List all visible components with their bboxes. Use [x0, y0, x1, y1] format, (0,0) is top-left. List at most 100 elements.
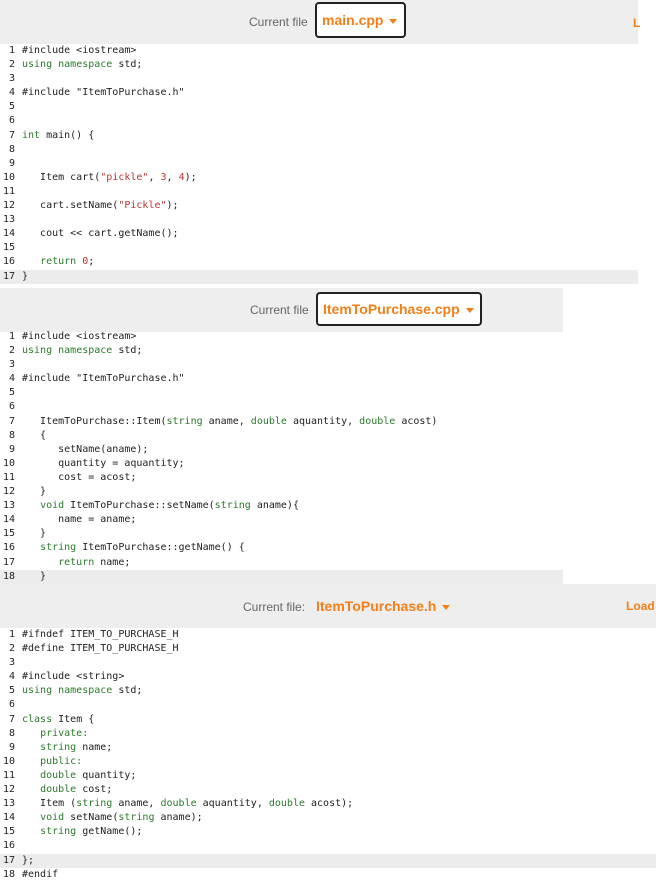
- file-header: Current file main.cpp L: [0, 0, 640, 44]
- code-line[interactable]: 12 double cost;: [0, 783, 656, 797]
- code-line[interactable]: 13 Item (string aname, double aquantity,…: [0, 797, 656, 811]
- code-line[interactable]: 10 public:: [0, 755, 656, 769]
- code-line[interactable]: 9 setName(aname);: [0, 443, 563, 457]
- code-line[interactable]: 8 {: [0, 429, 563, 443]
- code-line[interactable]: 9 string name;: [0, 741, 656, 755]
- line-number: 6: [8, 699, 15, 711]
- code-editor[interactable]: 1 #include <iostream> 2 using namespace std…: [0, 44, 638, 284]
- code-text: #include <iostream>: [22, 45, 137, 56]
- code-line[interactable]: 13: [0, 213, 638, 227]
- code-line[interactable]: 10 quantity = aquantity;: [0, 457, 563, 471]
- code-line[interactable]: 2 using namespace std;: [0, 344, 563, 358]
- line-number: 7: [8, 713, 15, 725]
- code-line[interactable]: 1 #ifndef ITEM_TO_PURCHASE_H: [0, 628, 656, 642]
- file-selector-button[interactable]: ItemToPurchase.h: [316, 593, 451, 619]
- code-line[interactable]: 14 name = aname;: [0, 513, 563, 527]
- code-line[interactable]: 8 private:: [0, 727, 656, 741]
- code-line[interactable]: 6: [0, 400, 563, 414]
- file-selector-button[interactable]: ItemToPurchase.cpp: [316, 292, 482, 326]
- line-number: 9: [8, 741, 15, 753]
- code-line[interactable]: 4 #include "ItemToPurchase.h": [0, 86, 638, 100]
- file-header: Current file ItemToPurchase.cpp: [0, 288, 563, 332]
- code-line[interactable]: 11 cost = acost;: [0, 471, 563, 485]
- code-line[interactable]: 3: [0, 656, 656, 670]
- code-line[interactable]: 13 void ItemToPurchase::setName(string a…: [0, 499, 563, 513]
- line-number: 8: [8, 727, 15, 739]
- code-line[interactable]: 11: [0, 185, 638, 199]
- code-line[interactable]: 7 ItemToPurchase::Item(string aname, dou…: [0, 415, 563, 429]
- line-number: 1: [8, 331, 15, 342]
- code-line[interactable]: 12 cart.setName("Pickle");: [0, 199, 638, 213]
- code-text: double quantity;: [40, 769, 137, 781]
- code-line[interactable]: 15 }: [0, 527, 563, 541]
- line-number: 16: [2, 256, 15, 268]
- code-line[interactable]: 3: [0, 72, 638, 86]
- code-line[interactable]: 18 #endif: [0, 868, 656, 882]
- code-line[interactable]: 14 cout << cart.getName();: [0, 227, 638, 241]
- line-number: 2: [8, 643, 15, 655]
- code-line[interactable]: 5: [0, 100, 638, 114]
- current-file-label: Current file:: [243, 600, 306, 614]
- code-text: int main() {: [22, 129, 95, 141]
- code-text: return name;: [58, 556, 131, 568]
- code-line[interactable]: 5 using namespace std;: [0, 684, 656, 698]
- code-text: #define ITEM_TO_PURCHASE_H: [22, 643, 179, 655]
- code-text: }: [22, 270, 29, 282]
- code-text: using namespace std;: [22, 345, 143, 357]
- code-line[interactable]: 4 #include <string>: [0, 670, 656, 684]
- code-line[interactable]: 16: [0, 839, 656, 853]
- line-number: 6: [8, 401, 15, 413]
- line-number: 12: [2, 200, 15, 212]
- code-line[interactable]: 6: [0, 114, 638, 128]
- code-text: using namespace std;: [22, 59, 143, 71]
- code-line[interactable]: 17}: [0, 269, 638, 284]
- code-line[interactable]: 5: [0, 386, 563, 400]
- code-line[interactable]: 16 return 0;: [0, 255, 638, 269]
- line-number: 10: [2, 755, 15, 767]
- code-line[interactable]: 11 double quantity;: [0, 769, 656, 783]
- line-number: 15: [2, 528, 15, 540]
- code-line[interactable]: 1 #include <iostream>: [0, 330, 563, 344]
- line-number: 10: [2, 171, 15, 183]
- line-number: 17: [2, 556, 15, 568]
- load-button[interactable]: L: [633, 16, 640, 30]
- load-button[interactable]: Load: [626, 599, 655, 613]
- file-selector-button[interactable]: main.cpp: [315, 2, 406, 38]
- code-line[interactable]: 7 int main() {: [0, 129, 638, 143]
- line-number: 1: [8, 45, 15, 56]
- code-line[interactable]: 7 class Item {: [0, 713, 656, 727]
- line-number: 18: [2, 868, 15, 880]
- code-editor[interactable]: 1 #include <iostream> 2 using namespace std…: [0, 330, 563, 584]
- code-text: }: [22, 528, 47, 540]
- code-line[interactable]: 2 #define ITEM_TO_PURCHASE_H: [0, 642, 656, 656]
- code-editor[interactable]: 1 #ifndef ITEM_TO_PURCHASE_H 2 #define ITEM…: [0, 628, 656, 882]
- code-line[interactable]: 10 Item cart("pickle", 3, 4);: [0, 171, 638, 185]
- line-number: 9: [8, 157, 15, 169]
- code-line[interactable]: 15 string getName();: [0, 825, 656, 839]
- code-line[interactable]: 8: [0, 143, 638, 157]
- code-line[interactable]: 6: [0, 698, 656, 712]
- line-number: 14: [2, 228, 15, 240]
- code-line[interactable]: 18 }: [0, 569, 563, 584]
- code-line[interactable]: 14 void setName(string aname);: [0, 811, 656, 825]
- line-number: 9: [8, 443, 15, 455]
- code-line[interactable]: 17};: [0, 853, 656, 868]
- code-line[interactable]: 12 }: [0, 485, 563, 499]
- line-number: 15: [2, 242, 15, 254]
- chevron-down-icon: [389, 19, 398, 24]
- code-line[interactable]: 4 #include "ItemToPurchase.h": [0, 372, 563, 386]
- line-number: 12: [2, 784, 15, 796]
- code-line[interactable]: 1 #include <iostream>: [0, 44, 638, 58]
- code-text: private:: [40, 727, 89, 739]
- code-line[interactable]: 16 string ItemToPurchase::getName() {: [0, 541, 563, 555]
- code-text: }: [22, 486, 47, 498]
- editor-panel-main: Current file main.cpp L 1 #include <iostr…: [0, 0, 656, 288]
- code-line[interactable]: 17 return name;: [0, 556, 563, 570]
- code-line[interactable]: 3: [0, 358, 563, 372]
- code-text: string name;: [40, 741, 113, 753]
- code-line[interactable]: 2 using namespace std;: [0, 58, 638, 72]
- code-text: {: [22, 429, 47, 441]
- code-text: cost = acost;: [22, 471, 137, 483]
- code-line[interactable]: 15: [0, 241, 638, 255]
- code-line[interactable]: 9: [0, 157, 638, 171]
